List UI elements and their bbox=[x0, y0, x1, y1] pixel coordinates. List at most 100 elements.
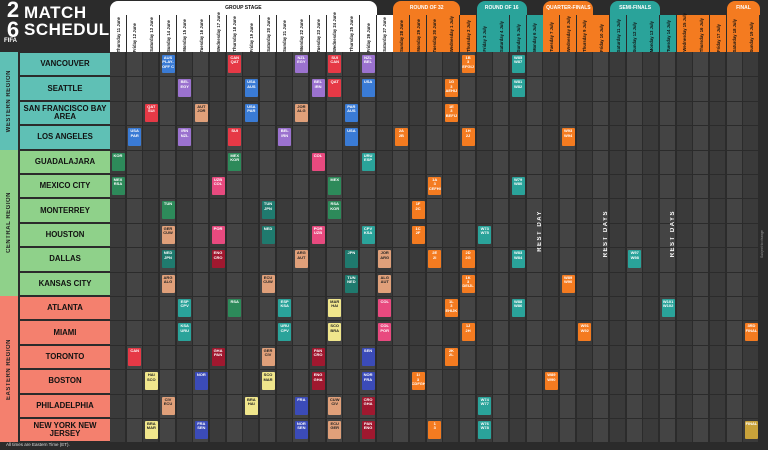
match-tile[interactable]: MEX RSA bbox=[111, 177, 125, 195]
match-tile[interactable]: 2K 2L bbox=[444, 347, 458, 366]
match-tile[interactable]: W93 W94 bbox=[561, 128, 575, 147]
match-tile[interactable]: BRA HAI bbox=[244, 396, 258, 415]
match-tile[interactable]: UZB COL bbox=[211, 177, 225, 195]
match-tile[interactable]: URU CPV bbox=[278, 323, 292, 342]
match-tile[interactable]: 2D 2G bbox=[461, 250, 475, 269]
match-tile[interactable]: CIV ECU bbox=[161, 396, 175, 415]
match-tile[interactable]: 1J 2H bbox=[461, 323, 475, 342]
match-tile[interactable]: BEL IRN bbox=[278, 128, 292, 147]
match-tile[interactable]: SEN bbox=[361, 347, 375, 366]
match-tile[interactable]: W89 W90 bbox=[561, 274, 575, 293]
match-tile[interactable]: 1I 3 CDFGH bbox=[411, 372, 425, 391]
match-tile[interactable]: MEX bbox=[328, 177, 342, 195]
match-tile[interactable]: W81 W82 bbox=[511, 79, 525, 98]
match-tile[interactable]: 1G 3 AEHIJ bbox=[444, 79, 458, 98]
match-tile[interactable]: POR bbox=[211, 225, 225, 244]
match-tile[interactable]: NOR bbox=[194, 372, 208, 391]
match-tile[interactable]: GER CUW bbox=[161, 225, 175, 244]
match-tile[interactable]: W101 W102 bbox=[661, 299, 675, 317]
match-tile[interactable]: TUN NED bbox=[344, 274, 358, 293]
match-tile[interactable]: NOR FRA bbox=[361, 372, 375, 391]
match-tile[interactable]: ESP CPV bbox=[178, 299, 192, 317]
match-tile[interactable]: ESP KSA bbox=[278, 299, 292, 317]
match-tile[interactable]: 1H 2J bbox=[461, 128, 475, 147]
match-tile[interactable]: 1A 3 CEFHI bbox=[428, 177, 442, 195]
match-tile[interactable]: W83 W84 bbox=[511, 250, 525, 269]
match-tile[interactable]: FINAL bbox=[744, 421, 758, 439]
match-tile[interactable]: W76 W78 bbox=[478, 421, 492, 439]
match-tile[interactable]: PAN ENG bbox=[361, 421, 375, 439]
match-tile[interactable]: 1F 2C bbox=[411, 201, 425, 220]
match-tile[interactable]: ENG GHA bbox=[311, 372, 325, 391]
match-tile[interactable]: USA AUS bbox=[244, 79, 258, 98]
match-tile[interactable]: NZL BEL bbox=[361, 55, 375, 73]
match-tile[interactable]: W79 W80 bbox=[511, 177, 525, 195]
match-tile[interactable]: TUN bbox=[161, 201, 175, 220]
match-tile[interactable]: W74 W77 bbox=[478, 396, 492, 415]
match-tile[interactable]: TUN JPN bbox=[261, 201, 275, 220]
match-tile[interactable]: HAI SCO bbox=[144, 372, 158, 391]
match-tile[interactable]: GER CIV bbox=[261, 347, 275, 366]
match-tile[interactable]: SCO MAR bbox=[261, 372, 275, 391]
match-tile[interactable]: W89 W90 bbox=[544, 372, 558, 391]
match-tile[interactable]: NOR SEN bbox=[294, 421, 308, 439]
match-tile[interactable]: COL bbox=[378, 299, 392, 317]
match-tile[interactable]: QAT bbox=[328, 79, 342, 98]
match-tile[interactable]: 1L 3 EHIJK bbox=[444, 299, 458, 317]
match-tile[interactable]: KOR bbox=[111, 152, 125, 171]
match-tile[interactable]: CAN QAT bbox=[228, 55, 242, 73]
match-tile[interactable]: COL POR bbox=[378, 323, 392, 342]
match-tile[interactable]: AUS PLAY-OFF C bbox=[161, 55, 175, 73]
match-tile[interactable]: FRA bbox=[294, 396, 308, 415]
match-tile[interactable]: USA PAR bbox=[244, 103, 258, 122]
match-tile[interactable]: 1C 2F bbox=[411, 225, 425, 244]
match-tile[interactable]: ARG ALG bbox=[161, 274, 175, 293]
match-tile[interactable]: RSA KOR bbox=[328, 201, 342, 220]
match-tile[interactable]: ECU GER bbox=[328, 421, 342, 439]
match-tile[interactable]: QAT SUI bbox=[144, 103, 158, 122]
match-tile[interactable]: W97 W98 bbox=[628, 250, 642, 269]
match-tile[interactable]: JPN bbox=[344, 250, 358, 269]
match-tile[interactable]: IRN NZL bbox=[178, 128, 192, 147]
match-tile[interactable]: GHA PAN bbox=[211, 347, 225, 366]
match-tile[interactable]: MAR HAI bbox=[328, 299, 342, 317]
match-tile[interactable]: BEL EGY bbox=[178, 79, 192, 98]
match-tile[interactable]: AUT JOR bbox=[194, 103, 208, 122]
match-tile[interactable]: JOR ALG bbox=[294, 103, 308, 122]
match-tile[interactable]: KSA URU bbox=[178, 323, 192, 342]
match-tile[interactable]: PAN CRO bbox=[311, 347, 325, 366]
match-tile[interactable]: URU ESP bbox=[361, 152, 375, 171]
match-tile[interactable]: ALG AUT bbox=[378, 274, 392, 293]
match-tile[interactable]: USA bbox=[344, 128, 358, 147]
match-tile[interactable]: 1E 3 BEFIJ bbox=[444, 103, 458, 122]
match-tile[interactable]: SCO BRA bbox=[328, 323, 342, 342]
match-tile[interactable]: SUI CAN bbox=[328, 55, 342, 73]
match-tile[interactable]: FRA SEN bbox=[194, 421, 208, 439]
match-tile[interactable]: ENG CRO bbox=[211, 250, 225, 269]
match-tile[interactable]: NED JPN bbox=[161, 250, 175, 269]
match-tile[interactable]: USA PAR bbox=[128, 128, 142, 147]
match-tile[interactable]: 1K 3 DEIJL bbox=[461, 274, 475, 293]
match-tile[interactable]: W85 W87 bbox=[511, 55, 525, 73]
match-tile[interactable]: NED bbox=[261, 225, 275, 244]
match-tile[interactable]: BRA MAR bbox=[144, 421, 158, 439]
match-tile[interactable]: ECU CUW bbox=[261, 274, 275, 293]
match-tile[interactable]: W91 W92 bbox=[578, 323, 592, 342]
match-tile[interactable]: CRO GHA bbox=[361, 396, 375, 415]
match-tile[interactable]: 3RD FINAL bbox=[744, 323, 758, 342]
match-tile[interactable]: W88 W86 bbox=[511, 299, 525, 317]
match-tile[interactable]: PAR AUS bbox=[344, 103, 358, 122]
match-tile[interactable]: ARG AUT bbox=[294, 250, 308, 269]
match-tile[interactable]: 13 bbox=[428, 421, 442, 439]
match-tile[interactable]: RSA bbox=[228, 299, 242, 317]
match-tile[interactable]: USA bbox=[361, 79, 375, 98]
match-tile[interactable]: CUW CIV bbox=[328, 396, 342, 415]
match-tile[interactable]: CAN bbox=[128, 347, 142, 366]
match-tile[interactable]: JOR ARG bbox=[378, 250, 392, 269]
match-tile[interactable]: MEX KOR bbox=[228, 152, 242, 171]
match-tile[interactable]: 1B 3 EFGIJ bbox=[461, 55, 475, 73]
match-tile[interactable]: NZL EGY bbox=[294, 55, 308, 73]
match-tile[interactable]: 2A 2B bbox=[394, 128, 408, 147]
match-tile[interactable]: COL bbox=[311, 152, 325, 171]
match-tile[interactable]: 2E 2I bbox=[428, 250, 442, 269]
